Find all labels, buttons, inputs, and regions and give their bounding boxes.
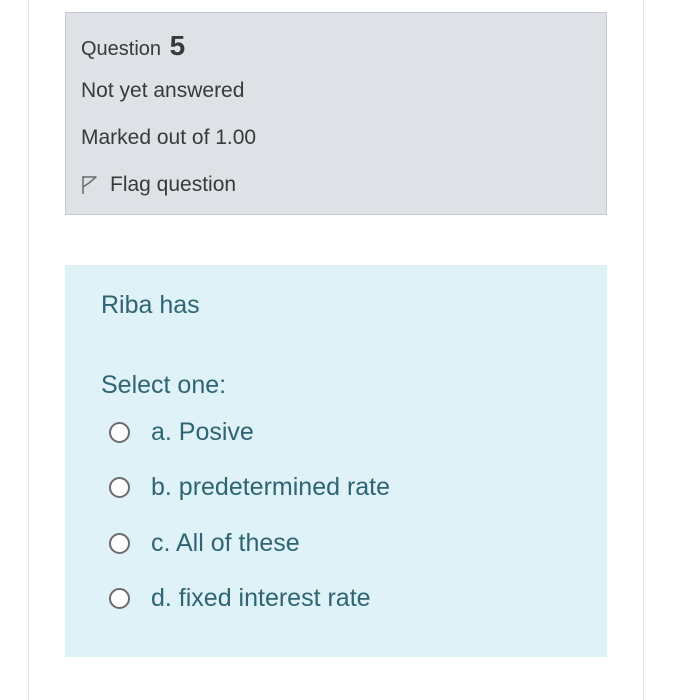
answer-option-a[interactable]: a. Posive: [109, 418, 254, 447]
select-one-prompt: Select one:: [101, 371, 227, 399]
question-label: Question: [81, 38, 162, 60]
flag-question-label: Flag question: [110, 173, 237, 196]
question-content-panel: Riba has Select one: a. Posive b. predet…: [65, 265, 607, 657]
answer-option-label: a. Posive: [151, 418, 254, 446]
question-info-panel: Question 5 Not yet answered Marked out o…: [65, 12, 607, 215]
answer-option-label: b. predetermined rate: [151, 473, 391, 501]
question-number-value: 5: [169, 30, 186, 61]
radio-button[interactable]: [109, 588, 130, 609]
answer-option-label: c. All of these: [151, 529, 300, 557]
question-number: Question 5: [81, 30, 185, 62]
answer-option-b[interactable]: b. predetermined rate: [109, 473, 390, 502]
answer-option-label: d. fixed interest rate: [151, 584, 371, 612]
question-state: Not yet answered: [81, 79, 245, 102]
question-grade: Marked out of 1.00: [81, 126, 257, 149]
radio-button[interactable]: [109, 533, 130, 554]
flag-question-link[interactable]: Flag question: [80, 173, 236, 197]
question-text: Riba has: [101, 291, 200, 319]
answer-option-c[interactable]: c. All of these: [109, 529, 300, 558]
radio-button[interactable]: [109, 477, 130, 498]
radio-button[interactable]: [109, 422, 130, 443]
flag-outline-icon: [82, 176, 97, 194]
answer-option-d[interactable]: d. fixed interest rate: [109, 584, 371, 613]
